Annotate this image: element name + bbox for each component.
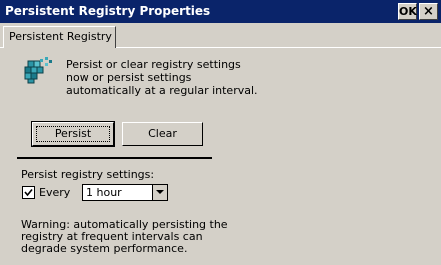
every-label: Every	[39, 186, 71, 199]
every-checkbox[interactable]	[22, 186, 35, 199]
interval-select[interactable]: 1 hour	[82, 184, 168, 201]
title-bar: Persistent Registry Properties OK ×	[0, 0, 441, 23]
section-divider	[17, 157, 212, 159]
ok-button[interactable]: OK	[398, 3, 417, 20]
warning-text: Warning: automatically persisting the re…	[21, 218, 228, 255]
clear-button[interactable]: Clear	[122, 122, 203, 146]
dialog-body: Persistent Registry Persist or clear reg…	[0, 23, 441, 265]
close-button[interactable]: ×	[419, 3, 438, 20]
persist-button[interactable]: Persist	[31, 121, 115, 147]
persist-settings-label: Persist registry settings:	[21, 168, 155, 181]
checkmark-icon	[24, 188, 33, 197]
tab-persistent-registry[interactable]: Persistent Registry	[3, 26, 116, 48]
interval-value: 1 hour	[86, 186, 122, 199]
tab-border	[116, 47, 441, 48]
intro-text: Persist or clear registry settings now o…	[66, 58, 258, 97]
window-title: Persistent Registry Properties	[5, 4, 211, 18]
chevron-down-icon	[156, 190, 164, 194]
persist-button-label: Persist	[36, 126, 110, 142]
registry-icon	[24, 56, 52, 84]
dropdown-arrow-button[interactable]	[152, 185, 167, 200]
